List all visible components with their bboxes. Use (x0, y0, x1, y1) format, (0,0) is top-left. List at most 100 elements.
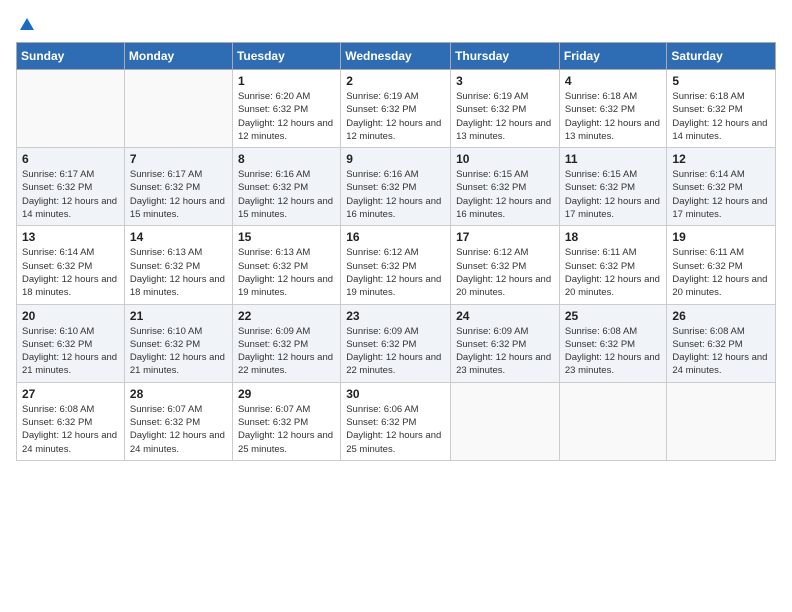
calendar-day-cell (559, 382, 667, 460)
calendar-day-cell: 8 Sunrise: 6:16 AM Sunset: 6:32 PM Daylig… (232, 148, 340, 226)
day-info: Sunrise: 6:07 AM Sunset: 6:32 PM Dayligh… (130, 403, 227, 456)
weekday-header: Thursday (451, 43, 560, 70)
calendar-week-row: 20 Sunrise: 6:10 AM Sunset: 6:32 PM Dayli… (17, 304, 776, 382)
day-info: Sunrise: 6:13 AM Sunset: 6:32 PM Dayligh… (238, 246, 335, 299)
day-info: Sunrise: 6:19 AM Sunset: 6:32 PM Dayligh… (456, 90, 554, 143)
day-number: 3 (456, 74, 554, 88)
page-header (16, 16, 776, 34)
day-number: 15 (238, 230, 335, 244)
calendar-day-cell: 29 Sunrise: 6:07 AM Sunset: 6:32 PM Dayli… (232, 382, 340, 460)
calendar-day-cell: 6 Sunrise: 6:17 AM Sunset: 6:32 PM Daylig… (17, 148, 125, 226)
calendar-week-row: 13Sunrise: 6:14 AM Sunset: 6:32 PM Dayli… (17, 226, 776, 304)
day-number: 17 (456, 230, 554, 244)
day-number: 18 (565, 230, 662, 244)
weekday-header: Friday (559, 43, 667, 70)
calendar-week-row: 6 Sunrise: 6:17 AM Sunset: 6:32 PM Daylig… (17, 148, 776, 226)
calendar-day-cell: 21 Sunrise: 6:10 AM Sunset: 6:32 PM Dayli… (124, 304, 232, 382)
day-info: Sunrise: 6:16 AM Sunset: 6:32 PM Dayligh… (346, 168, 445, 221)
calendar-day-cell: 9 Sunrise: 6:16 AM Sunset: 6:32 PM Daylig… (341, 148, 451, 226)
calendar-day-cell: 11Sunrise: 6:15 AM Sunset: 6:32 PM Dayli… (559, 148, 667, 226)
day-info: Sunrise: 6:12 AM Sunset: 6:32 PM Dayligh… (456, 246, 554, 299)
day-info: Sunrise: 6:14 AM Sunset: 6:32 PM Dayligh… (672, 168, 770, 221)
day-info: Sunrise: 6:19 AM Sunset: 6:32 PM Dayligh… (346, 90, 445, 143)
day-info: Sunrise: 6:07 AM Sunset: 6:32 PM Dayligh… (238, 403, 335, 456)
day-number: 6 (22, 152, 119, 166)
day-number: 12 (672, 152, 770, 166)
day-number: 13 (22, 230, 119, 244)
day-number: 20 (22, 309, 119, 323)
day-info: Sunrise: 6:18 AM Sunset: 6:32 PM Dayligh… (672, 90, 770, 143)
day-info: Sunrise: 6:13 AM Sunset: 6:32 PM Dayligh… (130, 246, 227, 299)
day-info: Sunrise: 6:08 AM Sunset: 6:32 PM Dayligh… (22, 403, 119, 456)
day-info: Sunrise: 6:10 AM Sunset: 6:32 PM Dayligh… (22, 325, 119, 378)
day-number: 26 (672, 309, 770, 323)
calendar-day-cell: 22Sunrise: 6:09 AM Sunset: 6:32 PM Dayli… (232, 304, 340, 382)
calendar-day-cell: 1Sunrise: 6:20 AM Sunset: 6:32 PM Daylig… (232, 70, 340, 148)
day-info: Sunrise: 6:16 AM Sunset: 6:32 PM Dayligh… (238, 168, 335, 221)
calendar-day-cell: 27 Sunrise: 6:08 AM Sunset: 6:32 PM Dayli… (17, 382, 125, 460)
day-info: Sunrise: 6:09 AM Sunset: 6:32 PM Dayligh… (456, 325, 554, 378)
day-number: 23 (346, 309, 445, 323)
day-info: Sunrise: 6:11 AM Sunset: 6:32 PM Dayligh… (565, 246, 662, 299)
day-number: 19 (672, 230, 770, 244)
weekday-header: Monday (124, 43, 232, 70)
calendar-week-row: 27 Sunrise: 6:08 AM Sunset: 6:32 PM Dayli… (17, 382, 776, 460)
day-number: 2 (346, 74, 445, 88)
day-info: Sunrise: 6:17 AM Sunset: 6:32 PM Dayligh… (22, 168, 119, 221)
day-number: 24 (456, 309, 554, 323)
day-number: 14 (130, 230, 227, 244)
calendar-day-cell: 24 Sunrise: 6:09 AM Sunset: 6:32 PM Dayli… (451, 304, 560, 382)
weekday-header: Wednesday (341, 43, 451, 70)
calendar-week-row: 1Sunrise: 6:20 AM Sunset: 6:32 PM Daylig… (17, 70, 776, 148)
day-info: Sunrise: 6:17 AM Sunset: 6:32 PM Dayligh… (130, 168, 227, 221)
day-info: Sunrise: 6:09 AM Sunset: 6:32 PM Dayligh… (346, 325, 445, 378)
calendar-day-cell: 7Sunrise: 6:17 AM Sunset: 6:32 PM Daylig… (124, 148, 232, 226)
calendar-day-cell (124, 70, 232, 148)
day-number: 5 (672, 74, 770, 88)
weekday-header: Saturday (667, 43, 776, 70)
day-info: Sunrise: 6:06 AM Sunset: 6:32 PM Dayligh… (346, 403, 445, 456)
calendar-day-cell: 23 Sunrise: 6:09 AM Sunset: 6:32 PM Dayli… (341, 304, 451, 382)
day-number: 8 (238, 152, 335, 166)
calendar-day-cell: 18 Sunrise: 6:11 AM Sunset: 6:32 PM Dayli… (559, 226, 667, 304)
calendar-day-cell: 26 Sunrise: 6:08 AM Sunset: 6:32 PM Dayli… (667, 304, 776, 382)
calendar-day-cell: 3 Sunrise: 6:19 AM Sunset: 6:32 PM Daylig… (451, 70, 560, 148)
calendar-day-cell: 2 Sunrise: 6:19 AM Sunset: 6:32 PM Daylig… (341, 70, 451, 148)
calendar-day-cell (17, 70, 125, 148)
day-info: Sunrise: 6:08 AM Sunset: 6:32 PM Dayligh… (565, 325, 662, 378)
calendar-day-cell (451, 382, 560, 460)
logo-icon (18, 16, 36, 34)
day-number: 29 (238, 387, 335, 401)
day-info: Sunrise: 6:18 AM Sunset: 6:32 PM Dayligh… (565, 90, 662, 143)
calendar-day-cell (667, 382, 776, 460)
calendar-day-cell: 25Sunrise: 6:08 AM Sunset: 6:32 PM Dayli… (559, 304, 667, 382)
day-info: Sunrise: 6:20 AM Sunset: 6:32 PM Dayligh… (238, 90, 335, 143)
calendar-day-cell: 12 Sunrise: 6:14 AM Sunset: 6:32 PM Dayli… (667, 148, 776, 226)
calendar-day-cell: 30 Sunrise: 6:06 AM Sunset: 6:32 PM Dayli… (341, 382, 451, 460)
day-number: 30 (346, 387, 445, 401)
calendar-day-cell: 17 Sunrise: 6:12 AM Sunset: 6:32 PM Dayli… (451, 226, 560, 304)
day-info: Sunrise: 6:11 AM Sunset: 6:32 PM Dayligh… (672, 246, 770, 299)
day-number: 28 (130, 387, 227, 401)
day-number: 4 (565, 74, 662, 88)
weekday-header: Sunday (17, 43, 125, 70)
calendar-day-cell: 15 Sunrise: 6:13 AM Sunset: 6:32 PM Dayli… (232, 226, 340, 304)
day-info: Sunrise: 6:15 AM Sunset: 6:32 PM Dayligh… (456, 168, 554, 221)
calendar-day-cell: 13Sunrise: 6:14 AM Sunset: 6:32 PM Dayli… (17, 226, 125, 304)
calendar-table: SundayMondayTuesdayWednesdayThursdayFrid… (16, 42, 776, 461)
calendar-day-cell: 10Sunrise: 6:15 AM Sunset: 6:32 PM Dayli… (451, 148, 560, 226)
weekday-header: Tuesday (232, 43, 340, 70)
day-info: Sunrise: 6:10 AM Sunset: 6:32 PM Dayligh… (130, 325, 227, 378)
day-number: 9 (346, 152, 445, 166)
day-number: 11 (565, 152, 662, 166)
calendar-day-cell: 19 Sunrise: 6:11 AM Sunset: 6:32 PM Dayli… (667, 226, 776, 304)
logo (16, 16, 36, 34)
day-number: 27 (22, 387, 119, 401)
day-number: 16 (346, 230, 445, 244)
day-number: 21 (130, 309, 227, 323)
day-info: Sunrise: 6:08 AM Sunset: 6:32 PM Dayligh… (672, 325, 770, 378)
calendar-day-cell: 28 Sunrise: 6:07 AM Sunset: 6:32 PM Dayli… (124, 382, 232, 460)
calendar-day-cell: 20 Sunrise: 6:10 AM Sunset: 6:32 PM Dayli… (17, 304, 125, 382)
calendar-day-cell: 14 Sunrise: 6:13 AM Sunset: 6:32 PM Dayli… (124, 226, 232, 304)
calendar-header-row: SundayMondayTuesdayWednesdayThursdayFrid… (17, 43, 776, 70)
